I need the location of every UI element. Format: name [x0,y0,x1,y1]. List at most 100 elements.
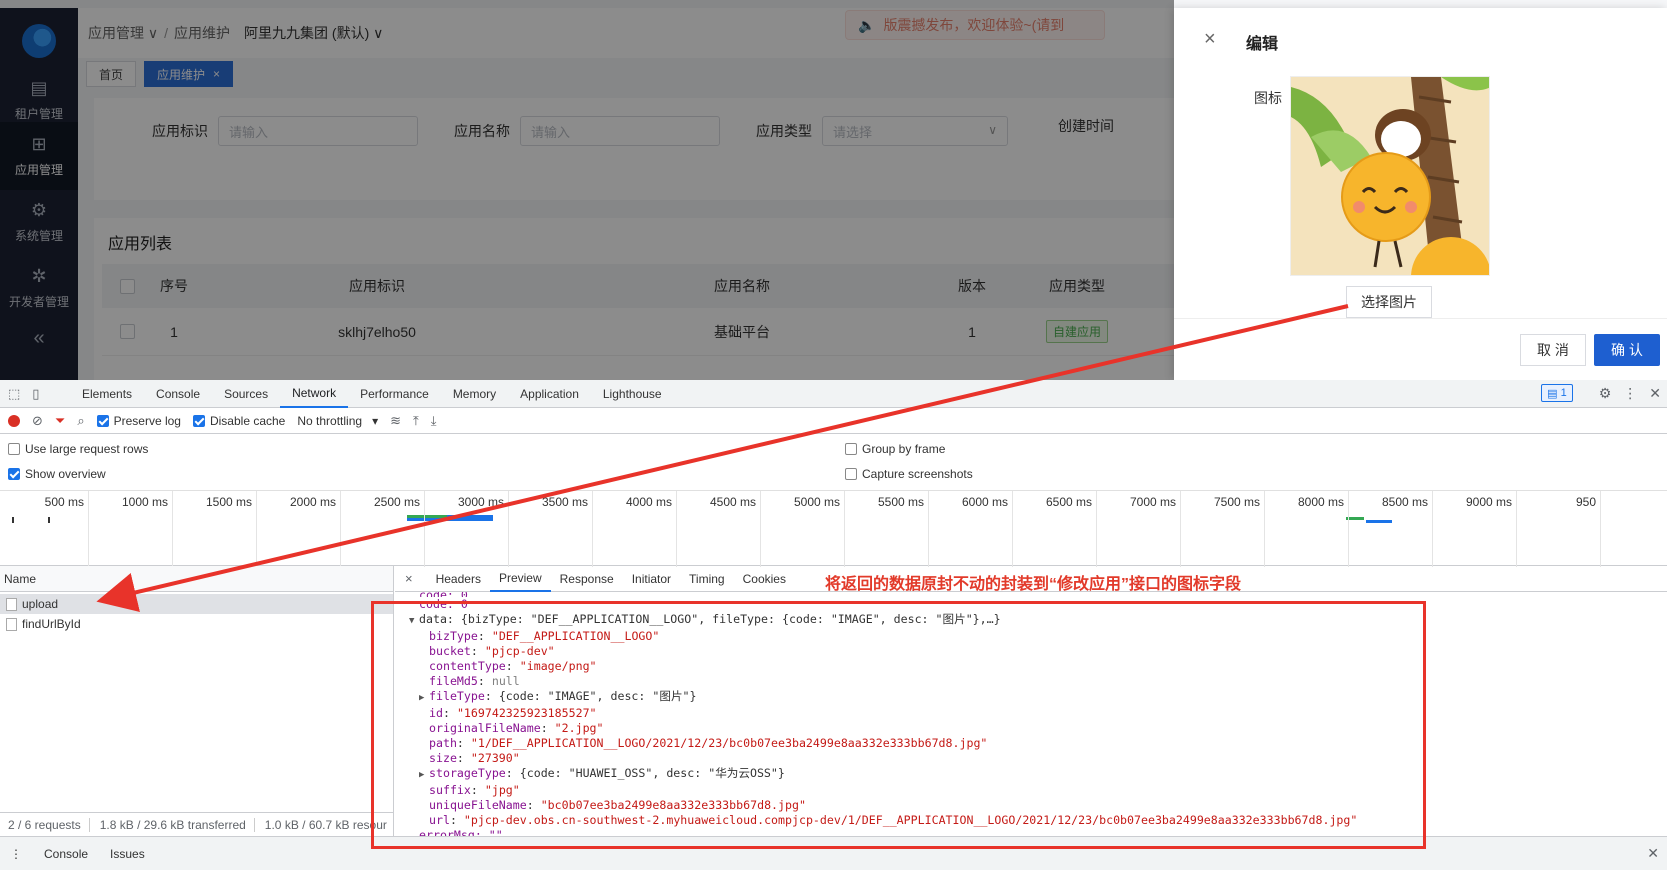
import-icon[interactable]: ⤒ [413,413,419,429]
tick-label: 5000 ms [793,495,840,509]
wifi-icon[interactable]: ≋ [390,413,401,429]
json-value: "bc0b07ee3ba2499e8aa332e333bb67d8.jpg" [540,798,806,812]
overview-bar [407,515,447,518]
close-icon[interactable]: × [405,571,413,586]
json-key: uniqueFileName [429,798,527,812]
devtools-panel: ⬚ ▯ Elements Console Sources Network Per… [0,380,1667,870]
json-preview[interactable]: code: 0 code: 0 ▼data: {bizType: "DEF__A… [395,592,1667,836]
tab-elements[interactable]: Elements [70,380,144,408]
filter-icon[interactable]: ⏷ [55,413,65,429]
json-value: "DEF__APPLICATION__LOGO" [491,629,660,643]
tab-timing[interactable]: Timing [680,566,734,592]
json-field-bucket: bucket: "pjcp-dev" [429,644,555,658]
coconut-orange-illustration [1291,77,1489,275]
json-field-fileType[interactable]: ▶ fileType: {code: "IMAGE", desc: "图片"} [395,689,1667,706]
json-key: url [429,813,450,827]
record-icon[interactable] [8,414,20,427]
tab-lighthouse[interactable]: Lighthouse [591,380,674,408]
json-field-contentType: contentType: "image/png" [429,659,597,673]
network-overview[interactable]: 500 ms 1000 ms 1500 ms 2000 ms 2500 ms 3000 m… [0,490,1667,567]
tab-performance[interactable]: Performance [348,380,441,408]
issues-badge[interactable]: ▤ 1 [1541,384,1573,402]
tab-headers[interactable]: Headers [427,566,490,592]
tab-network[interactable]: Network [280,380,349,408]
show-overview-option[interactable]: Show overview [8,467,106,481]
modal-overlay[interactable] [0,0,1174,380]
throttling-value: No throttling [297,413,363,428]
request-detail: × Headers Preview Response Initiator Tim… [395,566,1667,836]
tab-cookies[interactable]: Cookies [734,566,795,592]
disable-cache-checkbox[interactable]: Disable cache [192,413,286,428]
json-value: null [491,674,520,688]
tab-preview[interactable]: Preview [489,566,551,592]
json-value: "1/DEF__APPLICATION__LOGO/2021/12/23/bc0… [470,736,988,750]
json-field-bizType: bizType: "DEF__APPLICATION__LOGO" [429,629,660,643]
group-by-frame-option[interactable]: Group by frame [845,442,945,456]
checkbox-label: Disable cache [209,413,286,428]
close-icon[interactable]: ✕ [1647,845,1659,862]
json-key: bucket [429,644,471,658]
clear-icon[interactable]: ⊘ [32,413,43,429]
tab-memory[interactable]: Memory [441,380,508,408]
json-field-size: size: "27390" [429,751,520,765]
device-toggle-icon[interactable]: ▯ [32,386,39,402]
json-field-suffix: suffix: "jpg" [429,783,520,797]
export-icon[interactable]: ⤓ [431,413,437,429]
json-summary: data: {bizType: "DEF__APPLICATION__LOGO"… [419,612,1001,626]
inspect-icon[interactable]: ⬚ [8,386,20,402]
drawer-divider [1174,318,1667,319]
request-name: upload [22,597,59,611]
json-value: "image/png" [519,659,597,673]
close-icon[interactable]: × [1204,28,1216,51]
option-label: Show overview [25,467,106,481]
cancel-button[interactable]: 取 消 [1520,334,1586,366]
large-rows-option[interactable]: Use large request rows [8,442,148,456]
option-label: Use large request rows [25,442,149,456]
json-data-summary[interactable]: ▼ data: {bizType: "DEF__APPLICATION__LOGO… [395,612,1667,629]
close-icon[interactable]: ✕ [1649,385,1661,402]
json-key: bizType [429,629,478,643]
more-vertical-icon[interactable]: ⋮ [1623,385,1637,402]
search-icon[interactable]: ⌕ [77,413,84,429]
preserve-log-checkbox[interactable]: Preserve log [96,414,181,428]
json-field-originalFileName: originalFileName: "2.jpg" [429,721,604,735]
tab-sources[interactable]: Sources [212,380,280,408]
json-key: storageType [429,766,506,780]
tab-console[interactable]: Console [144,380,212,408]
devtools-right-actions: ▤ 1 ⚙ ⋮ ✕ [1541,384,1661,402]
tick-label: 2000 ms [289,495,336,509]
gear-icon[interactable]: ⚙ [1599,385,1612,402]
devtools-tabbar: ⬚ ▯ Elements Console Sources Network Per… [0,380,1667,408]
tick-label: 5500 ms [877,495,924,509]
request-row-upload[interactable]: upload [0,594,393,614]
throttling-select[interactable]: No throttling ▾ [297,414,378,428]
tab-initiator[interactable]: Initiator [623,566,680,592]
tab-application[interactable]: Application [508,380,591,408]
tick-label: 6500 ms [1045,495,1092,509]
json-field-storageType[interactable]: ▶ storageType: {code: "HUAWEI_OSS", desc:… [395,766,1667,783]
json-key: suffix [429,783,471,797]
drawer-tab-issues[interactable]: Issues [110,847,145,861]
triangle-right-icon: ▶ [419,693,425,703]
more-vertical-icon[interactable]: ⋮ [10,847,22,861]
option-label: Group by frame [862,442,946,456]
json-line: code: 0 [395,597,1667,612]
capture-screenshots-option[interactable]: Capture screenshots [845,467,973,481]
tick-label: 4000 ms [625,495,672,509]
app-icon-preview [1290,76,1490,276]
json-value: "jpg" [484,783,520,797]
json-field-fileMd5: fileMd5: null [429,674,520,688]
choose-image-button[interactable]: 选择图片 [1346,286,1432,318]
document-icon [6,597,17,611]
json-value: "27390" [470,751,520,765]
confirm-button[interactable]: 确 认 [1594,334,1660,366]
name-column-header[interactable]: Name [0,566,393,592]
tick-label: 7000 ms [1129,495,1176,509]
request-row-findurlbyid[interactable]: findUrlById [0,614,393,634]
json-value: "169742325923185527" [456,706,597,720]
tab-response[interactable]: Response [551,566,623,592]
tick-label: 1500 ms [205,495,252,509]
drawer-tab-console[interactable]: Console [44,847,88,861]
tick-label: 2500 ms [373,495,420,509]
json-key: originalFileName [429,721,541,735]
